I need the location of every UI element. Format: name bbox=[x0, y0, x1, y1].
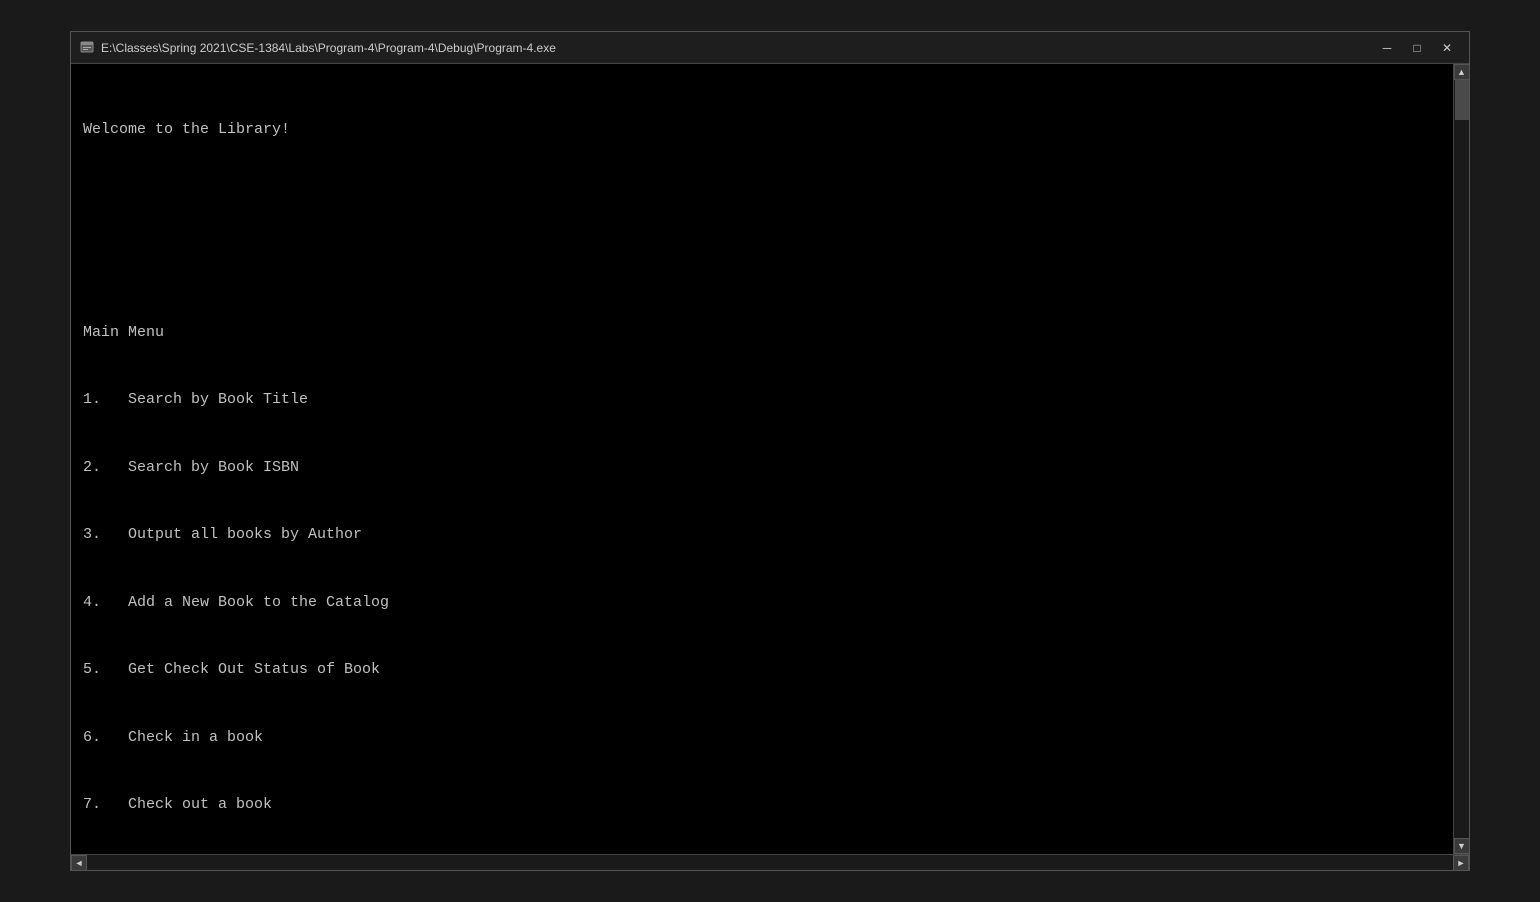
title-bar: E:\Classes\Spring 2021\CSE-1384\Labs\Pro… bbox=[71, 32, 1469, 64]
h-scrollbar-track[interactable] bbox=[87, 855, 1453, 870]
window-title: E:\Classes\Spring 2021\CSE-1384\Labs\Pro… bbox=[101, 41, 1373, 55]
vertical-scrollbar: ▲ ▼ bbox=[1453, 64, 1469, 854]
close-button[interactable]: ✕ bbox=[1433, 38, 1461, 58]
blank-line-1 bbox=[83, 187, 1441, 210]
menu-item-2: 2. Search by Book ISBN bbox=[83, 457, 1441, 480]
scrollbar-thumb[interactable] bbox=[1455, 80, 1469, 120]
menu-item-6: 6. Check in a book bbox=[83, 727, 1441, 750]
window-controls: ─ □ ✕ bbox=[1373, 38, 1461, 58]
scrollbar-track[interactable] bbox=[1454, 80, 1469, 838]
menu-item-4: 4. Add a New Book to the Catalog bbox=[83, 592, 1441, 615]
maximize-button[interactable]: □ bbox=[1403, 38, 1431, 58]
menu-item-5: 5. Get Check Out Status of Book bbox=[83, 659, 1441, 682]
blank-line-2 bbox=[83, 254, 1441, 277]
main-menu-label: Main Menu bbox=[83, 322, 1441, 345]
scroll-down-button[interactable]: ▼ bbox=[1454, 838, 1470, 854]
console-window: E:\Classes\Spring 2021\CSE-1384\Labs\Pro… bbox=[70, 31, 1470, 871]
scroll-up-button[interactable]: ▲ bbox=[1454, 64, 1470, 80]
window-body: Welcome to the Library! Main Menu 1. Sea… bbox=[71, 64, 1469, 854]
terminal-output[interactable]: Welcome to the Library! Main Menu 1. Sea… bbox=[71, 64, 1453, 854]
scroll-right-button[interactable]: ► bbox=[1453, 855, 1469, 871]
horizontal-scrollbar: ◄ ► bbox=[71, 854, 1469, 870]
scroll-left-button[interactable]: ◄ bbox=[71, 855, 87, 871]
minimize-button[interactable]: ─ bbox=[1373, 38, 1401, 58]
menu-item-3: 3. Output all books by Author bbox=[83, 524, 1441, 547]
welcome-line: Welcome to the Library! bbox=[83, 119, 1441, 142]
menu-item-1: 1. Search by Book Title bbox=[83, 389, 1441, 412]
window-icon bbox=[79, 40, 95, 56]
menu-item-7: 7. Check out a book bbox=[83, 794, 1441, 817]
